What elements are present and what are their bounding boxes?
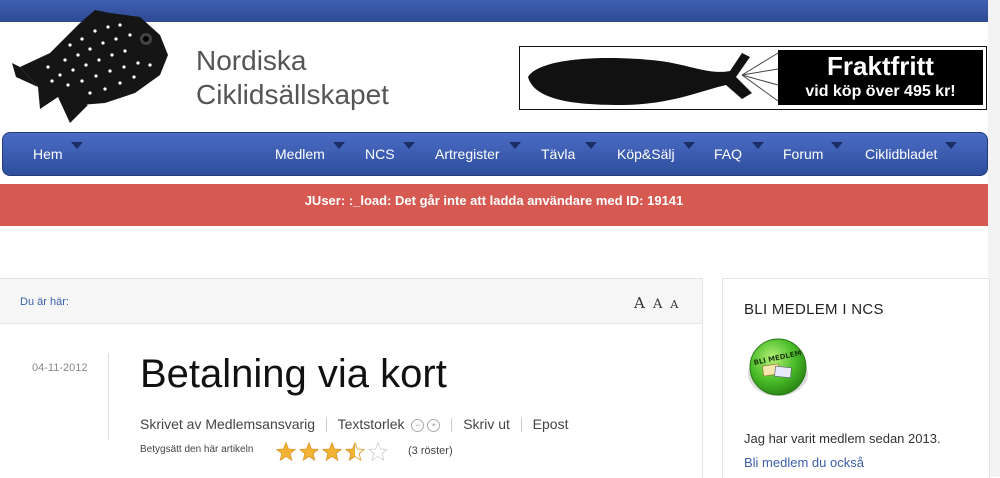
error-message: JUser: :_load: Det går inte att ladda an…: [0, 184, 988, 226]
page-title: Betalning via kort: [140, 352, 447, 396]
main-nav: Hem Medlem NCS Artregister Tävla Köp&Säl…: [2, 132, 988, 176]
font-size-small-button[interactable]: A: [670, 298, 678, 311]
font-size-large-button[interactable]: A: [634, 294, 645, 312]
chevron-down-icon[interactable]: [945, 142, 957, 149]
font-size-medium-button[interactable]: A: [653, 297, 662, 312]
site-title[interactable]: Nordiska Ciklidsällskapet: [196, 44, 389, 112]
breadcrumb: Du är här: A A A: [0, 279, 702, 324]
star-full-icon[interactable]: [321, 441, 343, 462]
decrease-text-icon[interactable]: −: [411, 418, 425, 432]
nav-item-kop-salj[interactable]: Köp&Sälj: [617, 142, 695, 162]
divider: [108, 353, 109, 440]
nav-label: Ciklidbladet: [865, 146, 938, 162]
site-title-line2: Ciklidsällskapet: [196, 79, 389, 110]
nav-item-forum[interactable]: Forum: [783, 142, 843, 162]
rating-label: Betygsätt den här artikeln: [140, 444, 254, 455]
nav-label: Forum: [783, 146, 824, 162]
author-name: Medlemsansvarig: [205, 416, 316, 432]
nav-label: Hem: [33, 146, 63, 162]
article-meta: Skrivet av Medlemsansvarig Textstorlek −…: [140, 416, 569, 433]
shipping-banner[interactable]: Fraktfritt vid köp över 495 kr!: [519, 46, 987, 110]
chevron-down-icon[interactable]: [831, 142, 843, 149]
vote-count: (3 röster): [408, 445, 453, 457]
nav-item-hem[interactable]: Hem: [33, 142, 83, 162]
nav-item-ncs[interactable]: NCS: [365, 142, 415, 162]
member-since-text: Jag har varit medlem sedan 2013.: [744, 431, 941, 446]
separator: [451, 418, 453, 433]
star-empty-icon[interactable]: [367, 441, 389, 462]
email-link[interactable]: Epost: [533, 416, 569, 432]
banner-text-box: Fraktfritt vid köp över 495 kr!: [778, 50, 983, 105]
site-title-line1: Nordiska: [196, 45, 307, 76]
banner-subline: vid köp över 495 kr!: [805, 83, 956, 100]
separator: [325, 418, 327, 433]
nav-item-artregister[interactable]: Artregister: [435, 142, 521, 162]
textsize-label: Textstorlek: [337, 416, 405, 432]
star-full-icon[interactable]: [275, 441, 297, 462]
sidebar-title: BLI MEDLEM I NCS: [744, 301, 884, 318]
chevron-down-icon[interactable]: [509, 142, 521, 149]
breadcrumb-label: Du är här:: [20, 296, 69, 308]
chevron-down-icon[interactable]: [585, 142, 597, 149]
separator: [520, 418, 522, 433]
sidebar-membership: BLI MEDLEM I NCS BLI MEDLEM Jag har vari…: [722, 278, 990, 478]
article-date: 04-11-2012: [32, 362, 88, 374]
nav-label: Tävla: [541, 146, 576, 162]
fish-logo-icon[interactable]: [10, 5, 180, 125]
nav-label: Artregister: [435, 146, 500, 162]
font-size-controls: A A A: [634, 293, 681, 312]
chevron-down-icon[interactable]: [683, 142, 695, 149]
chevron-down-icon[interactable]: [71, 142, 83, 149]
nav-label: NCS: [365, 146, 395, 162]
rating-stars[interactable]: [275, 441, 391, 466]
print-link[interactable]: Skriv ut: [463, 416, 510, 432]
nav-item-medlem[interactable]: Medlem: [275, 142, 345, 162]
chevron-down-icon[interactable]: [403, 142, 415, 149]
article: Du är här: A A A 04-11-2012 Betalning vi…: [0, 278, 703, 478]
star-half-icon[interactable]: [344, 441, 366, 462]
nav-label: Medlem: [275, 146, 325, 162]
chevron-down-icon[interactable]: [333, 142, 345, 149]
star-full-icon[interactable]: [298, 441, 320, 462]
banner-headline: Fraktfritt: [827, 51, 934, 81]
chevron-down-icon[interactable]: [752, 142, 764, 149]
nav-label: FAQ: [714, 146, 743, 162]
become-member-link[interactable]: Bli medlem du också: [744, 455, 864, 470]
membership-badge-icon[interactable]: BLI MEDLEM: [745, 334, 811, 400]
nav-label: Köp&Sälj: [617, 146, 675, 162]
nav-item-tavla[interactable]: Tävla: [541, 142, 597, 162]
written-by-label: Skrivet av: [140, 416, 202, 432]
nav-item-ciklidbladet[interactable]: Ciklidbladet: [865, 142, 957, 162]
increase-text-icon[interactable]: +: [427, 418, 441, 432]
nav-item-faq[interactable]: FAQ: [714, 142, 764, 162]
